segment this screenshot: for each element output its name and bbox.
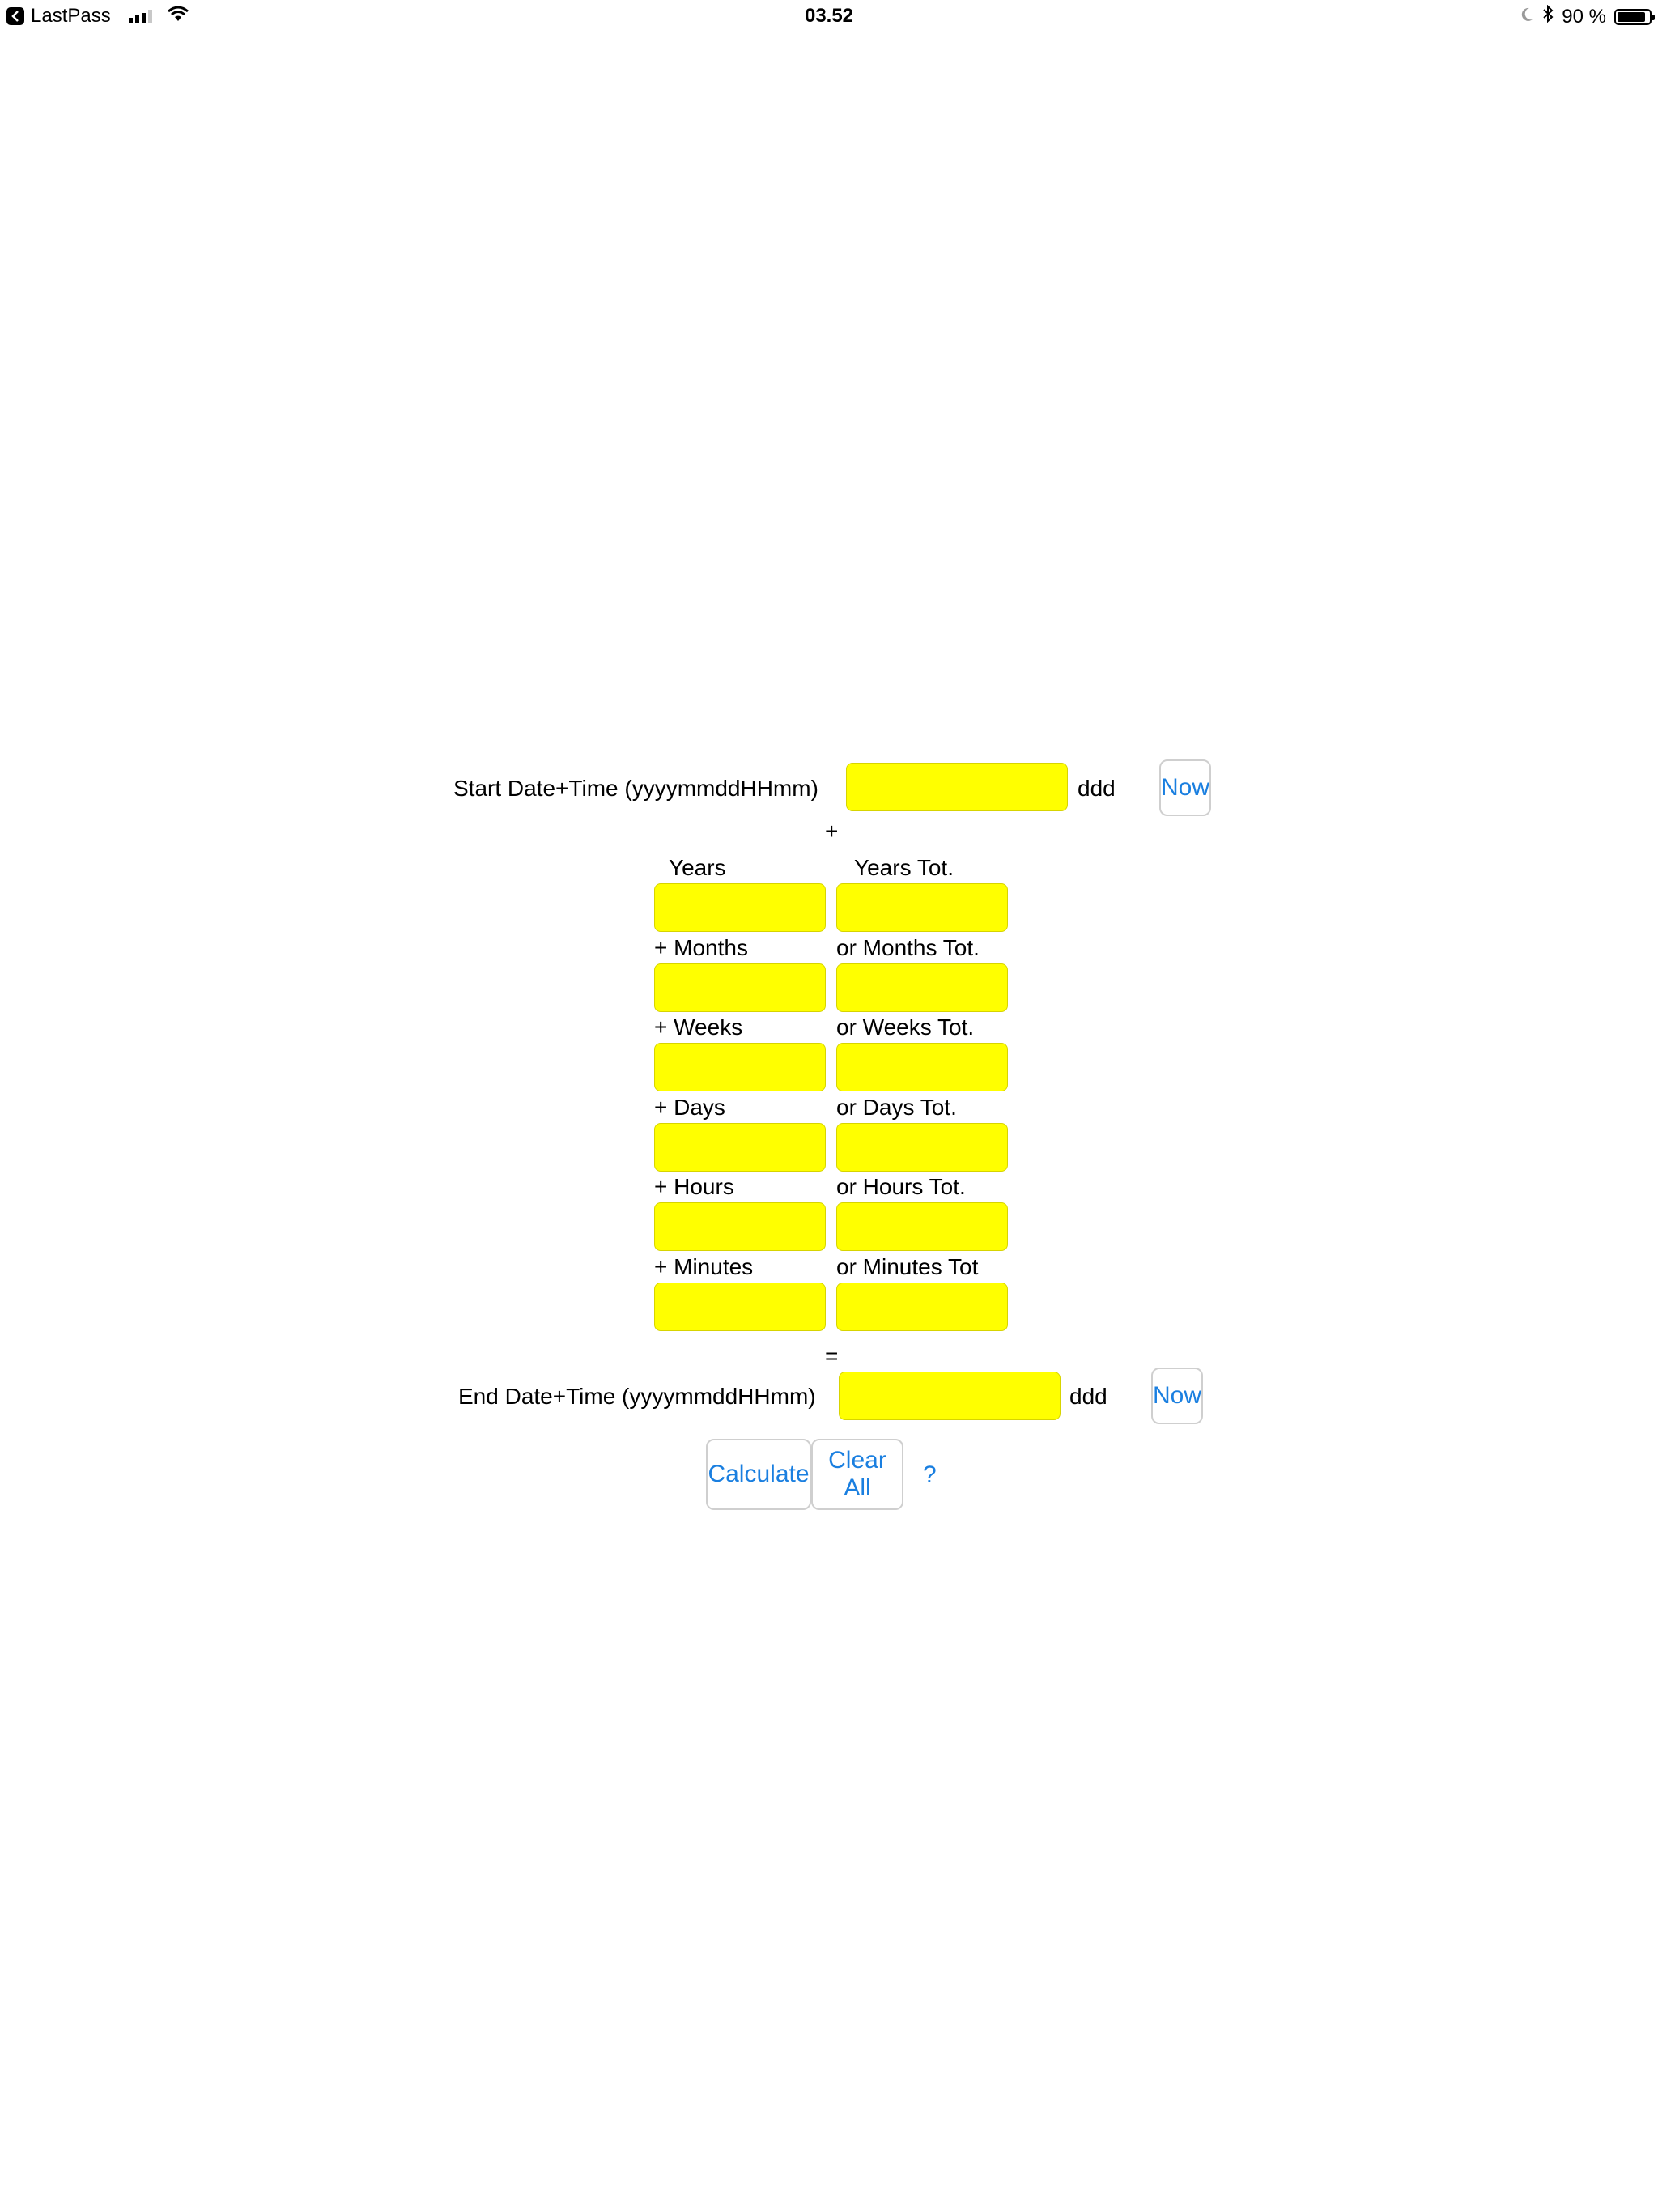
row-total-input[interactable] xyxy=(836,963,1008,1012)
status-bar: LastPass 03.52 90 % xyxy=(0,0,1658,32)
help-link[interactable]: ? xyxy=(923,1461,937,1489)
row-right-label: or Months Tot. xyxy=(836,934,980,960)
row-total-input[interactable] xyxy=(836,1043,1008,1091)
row-increment-input[interactable] xyxy=(654,1282,826,1331)
row-left-label: + Hours xyxy=(654,1174,734,1199)
calculate-button[interactable]: Calculate xyxy=(706,1439,811,1510)
start-now-button[interactable]: Now xyxy=(1159,759,1211,816)
row-right-label: or Weeks Tot. xyxy=(836,1015,975,1040)
row-increment-input[interactable] xyxy=(654,1122,826,1172)
row-left-label: + Weeks xyxy=(654,1015,743,1040)
row-increment-input[interactable] xyxy=(654,883,826,932)
end-date-label: End Date+Time (yyyymmddHHmm) xyxy=(458,1384,816,1409)
start-day-of-week: ddd xyxy=(1078,776,1116,801)
battery-icon xyxy=(1614,8,1655,25)
status-bar-right: 90 % xyxy=(1520,4,1655,28)
status-time: 03.52 xyxy=(804,5,854,27)
end-now-button[interactable]: Now xyxy=(1151,1368,1203,1424)
row-left-label: Years xyxy=(669,855,726,880)
bluetooth-icon xyxy=(1542,4,1554,28)
start-date-label: Start Date+Time (yyyymmddHHmm) xyxy=(453,776,818,801)
battery-percent: 90 % xyxy=(1562,5,1606,28)
row-total-input[interactable] xyxy=(836,1202,1008,1251)
row-increment-input[interactable] xyxy=(654,1202,826,1251)
row-left-label: + Days xyxy=(654,1094,725,1120)
plus-sign: + xyxy=(825,819,839,844)
end-date-input[interactable] xyxy=(839,1372,1061,1420)
row-increment-input[interactable] xyxy=(654,1043,826,1091)
clear-all-button[interactable]: Clear All xyxy=(811,1439,903,1510)
row-increment-input[interactable] xyxy=(654,963,826,1012)
row-right-label: or Hours Tot. xyxy=(836,1174,966,1199)
equals-sign: = xyxy=(825,1343,839,1368)
do-not-disturb-moon-icon xyxy=(1520,6,1534,28)
row-total-input[interactable] xyxy=(836,883,1008,932)
end-day-of-week: ddd xyxy=(1069,1384,1107,1409)
row-left-label: + Minutes xyxy=(654,1253,754,1279)
start-date-input[interactable] xyxy=(846,763,1068,811)
row-right-label: Years Tot. xyxy=(854,855,954,880)
row-right-label: or Days Tot. xyxy=(836,1094,957,1120)
row-total-input[interactable] xyxy=(836,1122,1008,1172)
row-left-label: + Months xyxy=(654,934,748,960)
row-right-label: or Minutes Tot xyxy=(836,1253,979,1279)
row-total-input[interactable] xyxy=(836,1282,1008,1331)
